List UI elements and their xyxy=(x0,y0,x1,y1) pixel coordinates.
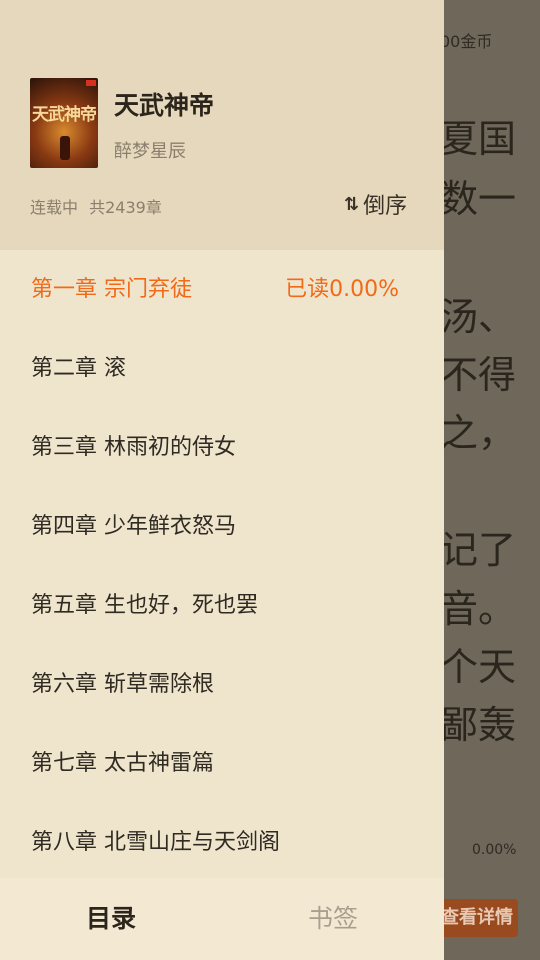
reader-text-line: 音。 xyxy=(440,587,517,631)
reader-text-line: 之， xyxy=(440,411,517,455)
book-title: 天武神帝 xyxy=(114,91,215,120)
chapter-title: 第八章 北雪山庄与天剑阁 xyxy=(31,830,280,855)
coin-balance: 00金币 xyxy=(440,32,493,51)
chapter-item[interactable]: 第四章 少年鲜衣怒马 xyxy=(31,487,411,566)
sort-order-button[interactable]: ⇅ 倒序 xyxy=(344,188,407,220)
cover-title: 天武神帝 xyxy=(32,105,97,125)
reader-text-line: 夏国 xyxy=(440,117,517,161)
chapter-item[interactable]: 第五章 生也好，死也罢 xyxy=(31,566,411,645)
reader-text-line: 不得 xyxy=(440,353,517,397)
chapter-title: 第一章 宗门弃徒 xyxy=(31,277,192,302)
chapter-title: 第四章 少年鲜衣怒马 xyxy=(31,514,236,539)
cover-badge xyxy=(86,80,96,86)
reader-text-line: 记了 xyxy=(440,528,517,572)
view-details-button[interactable]: 查看详情 xyxy=(436,899,518,937)
chapter-title: 第二章 滚 xyxy=(31,356,126,381)
chapter-item[interactable]: 第七章 太古神雷篇 xyxy=(31,724,411,803)
cover-figure xyxy=(60,136,70,160)
book-author: 醉梦星辰 xyxy=(114,141,186,162)
chapter-item[interactable]: 第二章 滚 xyxy=(31,329,411,408)
catalog-drawer: 天武神帝 天武神帝 醉梦星辰 连载中 共2439章 ⇅ 倒序 第一章 宗门弃徒 … xyxy=(0,0,444,960)
reader-text-line: 数一 xyxy=(440,177,517,221)
sort-label: 倒序 xyxy=(363,194,408,219)
tab-bookmarks[interactable]: 书签 xyxy=(222,878,444,960)
reader-text-line: 鄙轰 xyxy=(440,703,517,747)
reader-text-line: 汤、 xyxy=(440,295,517,339)
chapter-title: 第五章 生也好，死也罢 xyxy=(31,593,258,618)
serial-status: 连载中 xyxy=(30,198,79,217)
chapter-item[interactable]: 第六章 斩草需除根 xyxy=(31,645,411,724)
reading-progress: 0.00% xyxy=(472,842,517,858)
drawer-tab-bar: 目录 书签 xyxy=(0,878,444,960)
tab-catalog[interactable]: 目录 xyxy=(0,878,222,960)
chapter-item[interactable]: 第三章 林雨初的侍女 xyxy=(31,408,411,487)
sort-arrows-icon: ⇅ xyxy=(344,193,360,215)
chapter-title: 第六章 斩草需除根 xyxy=(31,672,214,697)
book-info-header: 天武神帝 天武神帝 醉梦星辰 连载中 共2439章 ⇅ 倒序 xyxy=(0,0,444,250)
chapter-item-current[interactable]: 第一章 宗门弃徒 已读0.00% xyxy=(31,250,411,329)
chapter-count: 共2439章 xyxy=(89,198,162,217)
chapter-item[interactable]: 第八章 北雪山庄与天剑阁 xyxy=(31,803,411,878)
chapter-list[interactable]: 第一章 宗门弃徒 已读0.00% 第二章 滚 第三章 林雨初的侍女 第四章 少年… xyxy=(0,250,444,878)
reader-text-line: 个天 xyxy=(440,645,517,689)
book-meta: 连载中 共2439章 xyxy=(30,194,162,218)
chapter-title: 第三章 林雨初的侍女 xyxy=(31,435,236,460)
book-cover[interactable]: 天武神帝 xyxy=(30,78,98,168)
read-progress: 已读0.00% xyxy=(285,277,399,302)
chapter-title: 第七章 太古神雷篇 xyxy=(31,751,214,776)
